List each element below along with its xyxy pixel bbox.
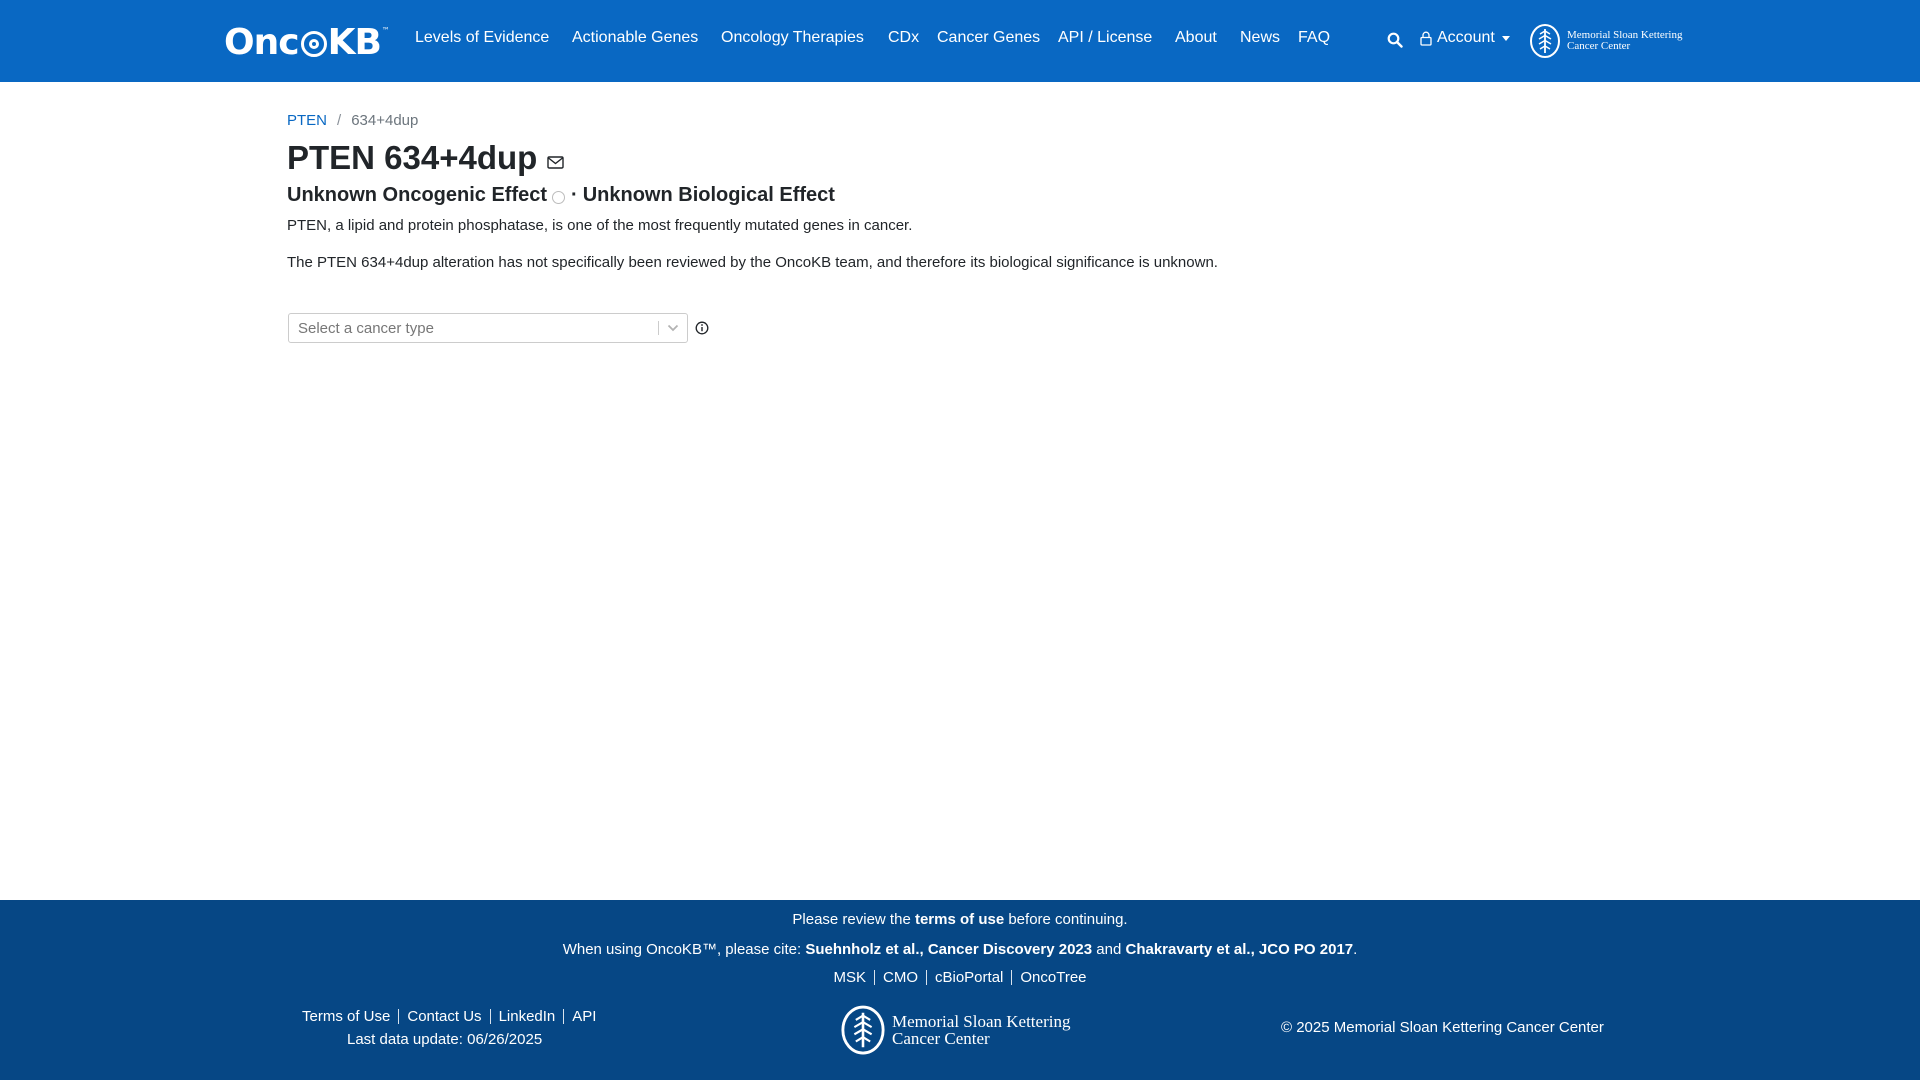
- citation-link-chakravarty[interactable]: Chakravarty et al., JCO PO 2017: [1126, 941, 1354, 958]
- effect-separator: ·: [571, 184, 578, 206]
- nav-faq[interactable]: FAQ: [1298, 29, 1330, 47]
- logo-text-start: Onc: [224, 21, 300, 63]
- terms-of-use-link[interactable]: terms of use: [915, 911, 1004, 928]
- msk-header-line2: Cancer Center: [1567, 40, 1631, 52]
- msk-footer-line1: Memorial Sloan Kettering: [892, 1012, 1071, 1031]
- link-divider: [398, 1009, 400, 1024]
- oncokb-logo[interactable]: Onc KB ™: [224, 21, 390, 63]
- oncogenic-effect: Unknown Oncogenic Effect: [287, 184, 548, 206]
- account-label: Account: [1437, 29, 1495, 46]
- nav-cancer-genes[interactable]: Cancer Genes: [937, 29, 1040, 47]
- breadcrumb-separator: /: [337, 112, 342, 129]
- page-title: PTEN 634+4dup: [287, 139, 538, 176]
- nav-oncology-therapies[interactable]: Oncology Therapies: [721, 29, 864, 47]
- trademark-mark: ™: [381, 26, 390, 35]
- msk-emblem-icon: [841, 1005, 885, 1055]
- citation-end: .: [1353, 941, 1358, 958]
- footer-link-cbioportal[interactable]: cBioPortal: [935, 969, 1003, 986]
- breadcrumb-current: 634+4dup: [351, 112, 419, 129]
- nav-levels-of-evidence[interactable]: Levels of Evidence: [415, 29, 549, 47]
- breadcrumb-gene-link[interactable]: PTEN: [287, 112, 327, 129]
- citation-and: and: [1092, 941, 1126, 958]
- footer-link-oncotree[interactable]: OncoTree: [1020, 969, 1086, 986]
- footer-left-block: Terms of Use Contact Us LinkedIn API Las…: [302, 1008, 596, 1048]
- citation-pre: When using OncoKB™, please cite:: [562, 941, 806, 958]
- citation-notice: When using OncoKB™, please cite: Suehnho…: [0, 941, 1920, 958]
- msk-footer-line2: Cancer Center: [892, 1029, 990, 1048]
- target-icon: [300, 31, 327, 57]
- terms-notice: Please review the terms of use before co…: [0, 911, 1920, 928]
- link-divider: [489, 1009, 491, 1024]
- copyright: © 2025 Memorial Sloan Kettering Cancer C…: [1281, 1019, 1604, 1036]
- page-title-row: PTEN 634+4dup: [287, 139, 565, 177]
- search-icon[interactable]: [1387, 32, 1403, 48]
- cancer-type-select[interactable]: Select a cancer type: [288, 313, 688, 343]
- breadcrumb: PTEN / 634+4dup: [287, 112, 418, 129]
- nav-about[interactable]: About: [1175, 29, 1217, 47]
- mail-icon[interactable]: [547, 155, 565, 169]
- effect-summary: Unknown Oncogenic Effect · Unknown Biolo…: [287, 184, 835, 207]
- nav-news[interactable]: News: [1240, 29, 1280, 47]
- logo-text-end: KB: [327, 21, 382, 63]
- footer-link-msk[interactable]: MSK: [833, 969, 866, 986]
- gene-summary: PTEN, a lipid and protein phosphatase, i…: [287, 217, 913, 234]
- footer-linkedin[interactable]: LinkedIn: [499, 1008, 556, 1025]
- chevron-down-icon[interactable]: [659, 314, 687, 342]
- lock-icon: [1420, 31, 1432, 46]
- link-divider: [926, 970, 927, 985]
- footer-contact-us[interactable]: Contact Us: [407, 1008, 481, 1025]
- top-navbar: Onc KB ™ Levels of Evidence Actionable G…: [0, 0, 1920, 82]
- msk-footer-logo[interactable]: Memorial Sloan Kettering Cancer Center: [840, 1004, 1070, 1056]
- nav-cdx[interactable]: CDx: [888, 29, 919, 47]
- nav-api-license[interactable]: API / License: [1058, 29, 1152, 47]
- footer-api[interactable]: API: [572, 1008, 596, 1025]
- alteration-summary: The PTEN 634+4dup alteration has not spe…: [287, 254, 1218, 271]
- terms-notice-post: before continuing.: [1004, 911, 1128, 928]
- msk-emblem-icon: [1530, 24, 1560, 58]
- link-divider: [563, 1009, 565, 1024]
- partner-links-row: MSK CMO cBioPortal OncoTree: [0, 969, 1920, 986]
- account-dropdown[interactable]: Account: [1420, 29, 1510, 47]
- unknown-oncogenicity-icon: [552, 191, 566, 204]
- info-icon[interactable]: [695, 321, 709, 335]
- citation-link-suehnholz[interactable]: Suehnholz et al., Cancer Discovery 2023: [805, 941, 1092, 958]
- footer-terms-of-use[interactable]: Terms of Use: [302, 1008, 390, 1025]
- caret-down-icon: [1501, 35, 1510, 41]
- nav-actionable-genes[interactable]: Actionable Genes: [572, 29, 698, 47]
- last-data-update: Last data update: 06/26/2025: [347, 1031, 543, 1048]
- msk-header-logo[interactable]: Memorial Sloan Kettering Cancer Center: [1529, 23, 1682, 59]
- biological-effect: Unknown Biological Effect: [582, 184, 835, 206]
- terms-notice-pre: Please review the: [792, 911, 915, 928]
- link-divider: [1011, 970, 1013, 985]
- footer-link-cmo[interactable]: CMO: [883, 969, 918, 986]
- cancer-type-placeholder: Select a cancer type: [298, 319, 434, 337]
- page-footer: Please review the terms of use before co…: [0, 900, 1920, 1080]
- link-divider: [874, 970, 875, 985]
